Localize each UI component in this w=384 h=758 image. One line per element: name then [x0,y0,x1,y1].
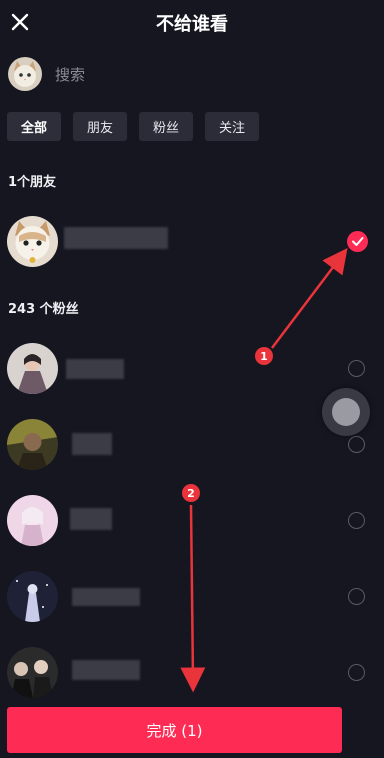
annotation-badge-1: 1 [255,347,273,365]
annotation-badge-2: 2 [182,484,200,502]
arrow-1 [271,248,348,349]
arrow-2 [180,504,206,693]
annotation-arrows [180,248,348,693]
